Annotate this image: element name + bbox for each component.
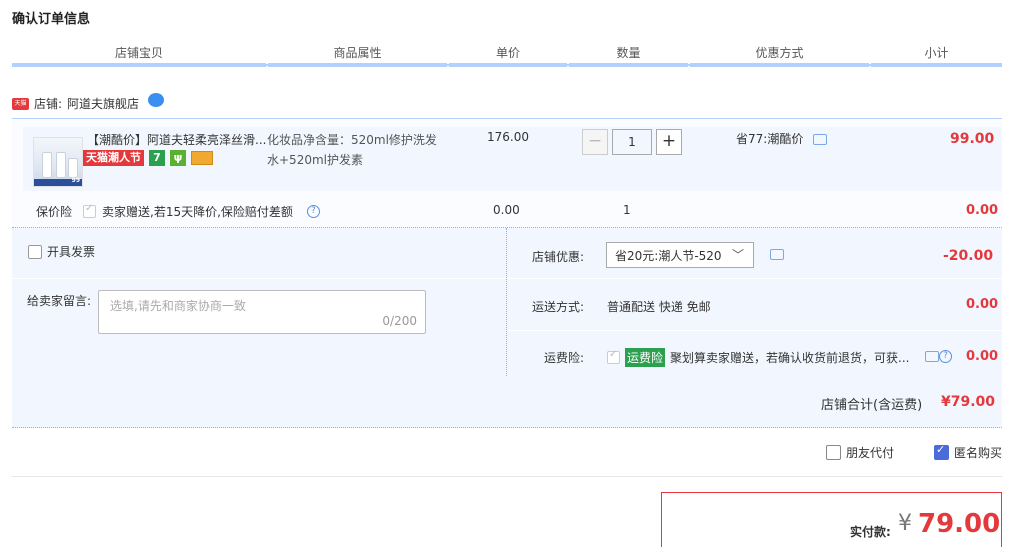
shop-discount-select[interactable]: 省20元:潮人节-520 ﹀ [606, 242, 754, 268]
friend-pay-checkbox[interactable] [826, 445, 841, 460]
insurance-desc: 卖家赠送,若15天降价,保险赔付差额 [102, 205, 293, 219]
discount-message-icon[interactable] [770, 249, 784, 260]
quantity-decrease-button[interactable]: − [582, 129, 608, 155]
shop-discount-selected: 省20元:潮人节-520 [615, 248, 722, 263]
thumb-caption: 99 [71, 177, 80, 184]
memo-placeholder: 选填,请先和商家协商一致 [110, 299, 246, 313]
col-unit-price: 单价 [449, 42, 569, 67]
chat-seller-icon[interactable] [148, 92, 165, 107]
bottle-shape-1 [42, 152, 52, 178]
insurance-qty: 1 [623, 203, 631, 217]
discount-info: 省77:潮酷价 [736, 130, 828, 147]
divider [12, 278, 506, 279]
final-payment-box: 实付款: ¥ 79.00 [661, 492, 1002, 547]
freight-insurance-amount: 0.00 [966, 349, 999, 364]
col-subtotal: 小计 [871, 42, 1002, 67]
quantity-increase-button[interactable]: + [656, 129, 682, 155]
bottle-shape-3 [68, 158, 78, 178]
freight-insurance-label: 运费险: [544, 351, 585, 365]
anonymous-option[interactable]: 匿名购买 [934, 443, 1003, 461]
attr-line-2: 水+520ml护发素 [267, 153, 363, 167]
shipping-label: 运送方式: [532, 300, 585, 314]
freight-help-icon[interactable]: ? [939, 350, 952, 363]
freight-insurance-checkbox [607, 349, 620, 364]
shop-line: 天猫 店铺: 阿道夫旗舰店 [12, 92, 165, 112]
insurance-checkbox [83, 203, 96, 218]
quantity-stepper: − 1 + [582, 129, 682, 155]
attr-line-1: 化妆品净含量：520ml修护洗发 [267, 133, 437, 147]
shipping-method: 普通配送 快递 免邮 [607, 300, 711, 314]
insurance-desc-row: 卖家赠送,若15天降价,保险赔付差额 ? [83, 203, 320, 220]
col-attributes: 商品属性 [268, 42, 449, 67]
insurance-price: 0.00 [493, 203, 520, 217]
item-subtotal: 99.00 [950, 131, 995, 147]
freight-insurance-tag: 运费险 [625, 348, 666, 367]
divider [507, 330, 1002, 331]
discount-message-icon[interactable] [813, 134, 828, 145]
bottle-shape-2 [56, 152, 66, 178]
memo-counter: 0/200 [382, 314, 417, 328]
col-shop-item: 店铺宝贝 [12, 42, 268, 67]
divider [12, 476, 1002, 477]
insurance-subtotal: 0.00 [966, 203, 999, 218]
divider [507, 278, 1002, 279]
final-label: 实付款: [850, 525, 891, 539]
friend-pay-option[interactable]: 朋友代付 [826, 444, 894, 461]
freight-message-icon[interactable] [925, 351, 939, 362]
shop-name-link[interactable]: 阿道夫旗舰店 [67, 95, 139, 112]
shop-total-amount: ¥79.00 [941, 394, 996, 410]
product-badges: 天猫潮人节 7 ψ [83, 150, 213, 166]
product-thumbnail[interactable]: 99 [33, 137, 83, 187]
shop-discount-label: 店铺优惠: [532, 250, 585, 264]
col-quantity: 数量 [569, 42, 690, 67]
anonymous-label: 匿名购买 [954, 446, 1003, 460]
quantity-input[interactable]: 1 [612, 129, 652, 155]
product-title-link[interactable]: 【潮酷价】阿道夫轻柔亮泽丝滑... [87, 131, 267, 148]
freight-insurance-desc: 聚划算卖家赠送，若确认收货前退货，可获... [670, 351, 910, 365]
card-payment-icon [191, 151, 213, 165]
invoice-option[interactable]: 开具发票 [28, 243, 95, 260]
seller-message-input[interactable]: 选填,请先和商家协商一致 0/200 [98, 290, 426, 334]
help-icon[interactable]: ? [306, 205, 320, 218]
discount-label: 省77:潮酷价 [736, 132, 804, 146]
invoice-label: 开具发票 [47, 245, 96, 259]
invoice-checkbox[interactable] [28, 244, 42, 259]
unit-price: 176.00 [487, 130, 529, 144]
insurance-label: 保价险 [36, 205, 73, 219]
freight-insurance-row: 运费险 聚划算卖家赠送，若确认收货前退货，可获... [607, 348, 909, 367]
chevron-down-icon: ﹀ [731, 248, 744, 262]
seven-day-return-icon: 7 [149, 150, 165, 166]
col-discount: 优惠方式 [690, 42, 871, 67]
product-attributes: 化妆品净含量：520ml修护洗发 水+520ml护发素 [267, 130, 447, 170]
shop-discount-amount: -20.00 [943, 248, 994, 264]
service-icon: ψ [170, 150, 186, 166]
friend-pay-label: 朋友代付 [846, 446, 895, 460]
memo-label: 给卖家留言: [27, 294, 92, 308]
final-amount: 79.00 [918, 509, 1001, 539]
tmall-logo-icon: 天猫 [12, 97, 29, 110]
page-title: 确认订单信息 [12, 12, 91, 27]
thumb-strip: 99 [34, 177, 82, 186]
currency-symbol: ¥ [898, 511, 912, 536]
anonymous-checkbox[interactable] [934, 443, 949, 460]
shop-total-label: 店铺合计(含运费) [821, 398, 923, 413]
shipping-amount: 0.00 [966, 297, 999, 312]
shop-label: 店铺: [34, 97, 63, 111]
column-header: 店铺宝贝 商品属性 单价 数量 优惠方式 小计 [12, 42, 1002, 67]
festival-badge: 天猫潮人节 [83, 150, 144, 166]
